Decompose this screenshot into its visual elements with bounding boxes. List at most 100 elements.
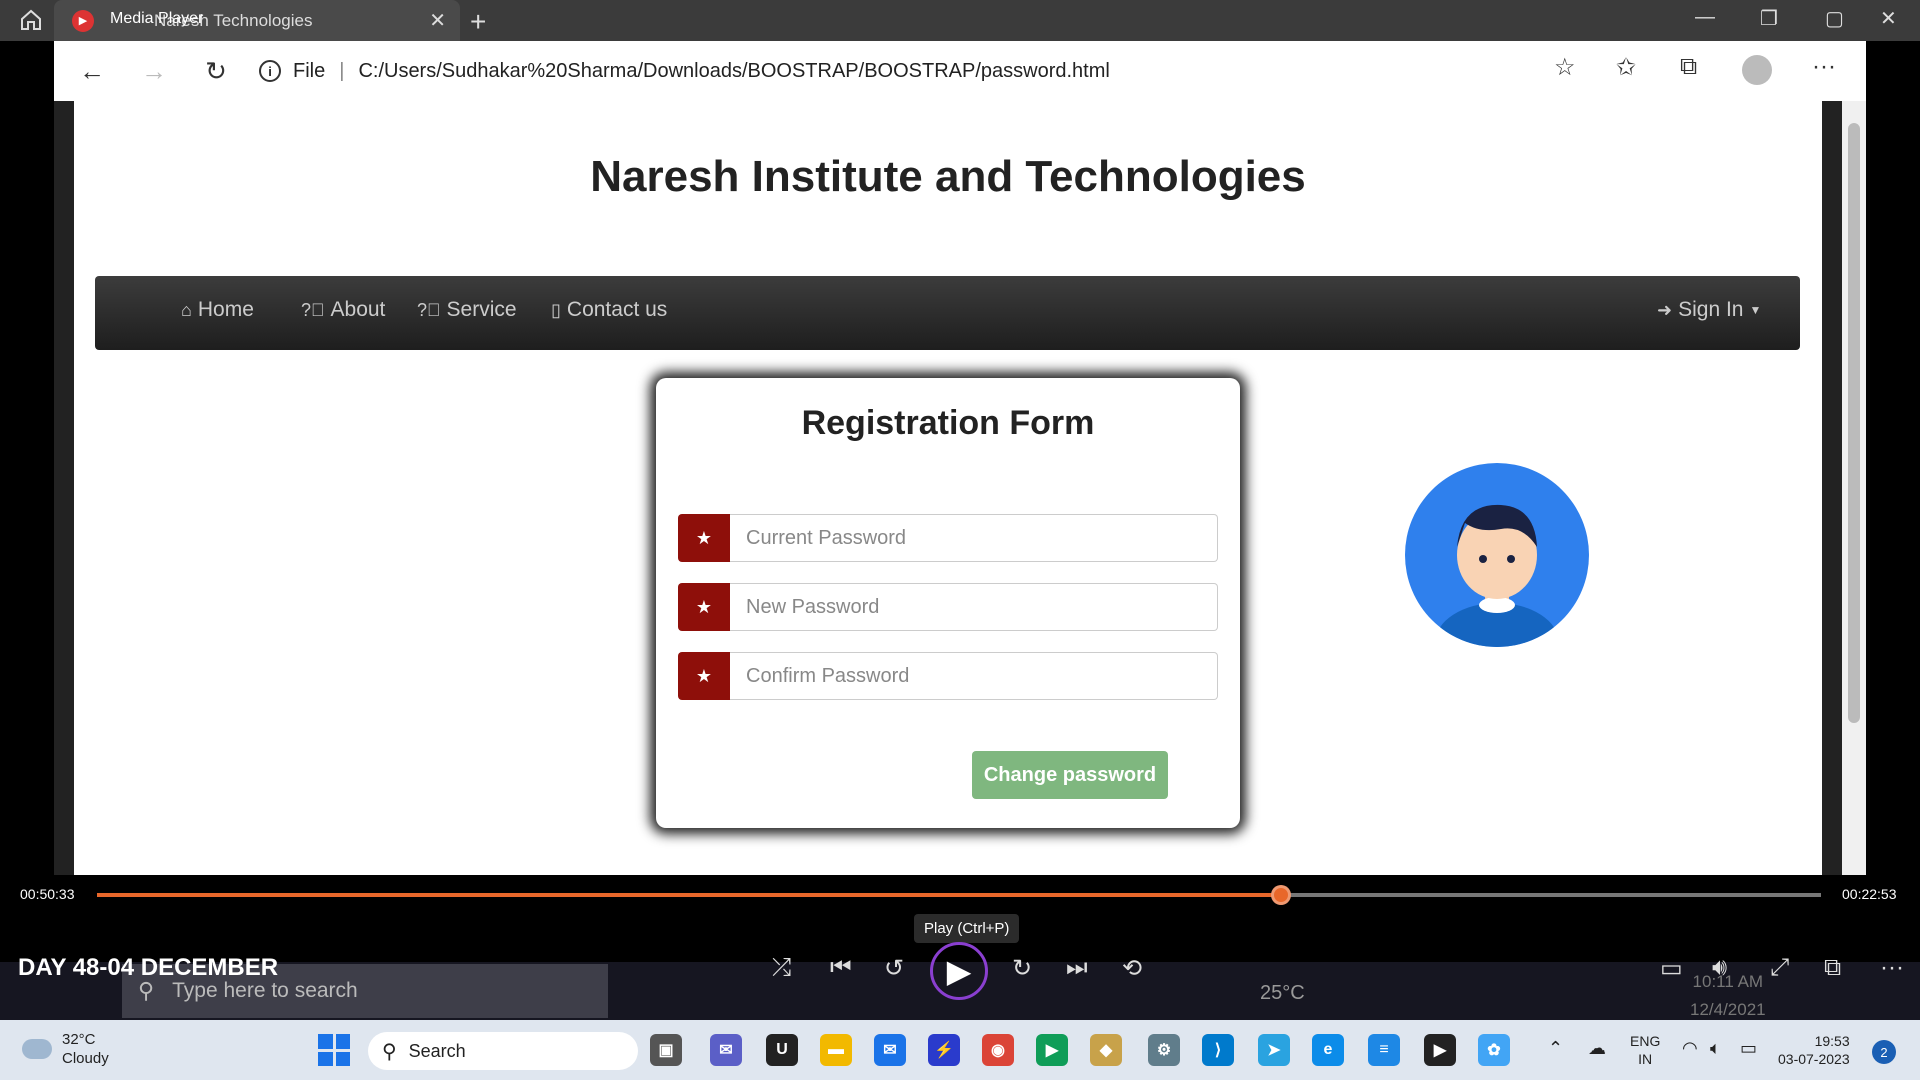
nav-service[interactable]: ?⃝ Service	[417, 298, 517, 322]
address-bar-row: ← → ↻ i File | C:/Users/Sudhakar%20Sharm…	[54, 41, 1866, 101]
speaker-icon[interactable]: 🔈︎	[1710, 1038, 1721, 1059]
back-icon[interactable]: ←	[72, 51, 112, 91]
sign-in-dropdown[interactable]: ➜ Sign In ▼	[1657, 298, 1761, 322]
vscode-icon[interactable]: ⟩	[1202, 1034, 1234, 1066]
chat-icon[interactable]: ✉	[710, 1034, 742, 1066]
notepad-icon[interactable]: ≡	[1368, 1034, 1400, 1066]
recorded-clock-time: 10:11 AM	[1692, 972, 1764, 991]
change-password-button[interactable]: Change password	[972, 751, 1168, 799]
onedrive-icon[interactable]: ☁	[1588, 1038, 1606, 1059]
star-icon: ★	[678, 583, 730, 631]
clock-time: 19:53	[1814, 1033, 1850, 1049]
url-separator: |	[339, 59, 345, 82]
file-explorer-icon[interactable]: ▬	[820, 1034, 852, 1066]
app-paint-icon[interactable]: ✿	[1478, 1034, 1510, 1066]
close-tab-icon[interactable]: ✕	[429, 8, 446, 33]
refresh-icon[interactable]: ↻	[196, 51, 236, 91]
battery-icon[interactable]: ▭	[1740, 1038, 1757, 1059]
browser-tab[interactable]: ▶ Naresh Technologies Media Player ✕	[54, 0, 460, 41]
sign-in-label: Sign In	[1678, 298, 1744, 321]
language-line2: IN	[1638, 1051, 1653, 1067]
taskbar-clock[interactable]: 19:53 03-07-2023	[1778, 1032, 1850, 1068]
show-hidden-icons-icon[interactable]: ⌃	[1548, 1038, 1563, 1059]
minimize-icon[interactable]: —	[1695, 6, 1715, 29]
page-left-gutter	[54, 101, 74, 875]
current-password-group: ★	[678, 514, 1218, 562]
close-window-icon[interactable]: ✕	[1880, 6, 1897, 31]
nav-about[interactable]: ?⃝ About	[301, 298, 385, 322]
cloud-icon	[22, 1039, 52, 1059]
sign-in-icon: ➜	[1657, 299, 1673, 320]
mini-view-icon[interactable]: ⧉	[1824, 954, 1841, 982]
start-button[interactable]	[318, 1034, 350, 1066]
nav-home-label: Home	[197, 298, 254, 321]
wifi-icon[interactable]: ◠	[1682, 1038, 1698, 1059]
repeat-icon[interactable]: ⟲	[1122, 954, 1142, 983]
rewind-10-icon[interactable]: ↺	[884, 954, 904, 983]
more-icon[interactable]: ···	[1812, 53, 1836, 81]
recorded-search-text: Type here to search	[172, 979, 358, 1002]
volume-icon[interactable]: 🔊︎	[1712, 954, 1727, 982]
captions-icon[interactable]: ▭	[1660, 954, 1683, 983]
media-player-app-icon[interactable]: ▶	[1424, 1034, 1456, 1066]
media-player-logo-icon: ▶	[72, 9, 94, 32]
star-icon: ★	[678, 514, 730, 562]
site-navbar: ⌂ Home ?⃝ About ?⃝ Service ▯ Contact us ➜ Sig…	[95, 276, 1800, 350]
telegram-icon[interactable]: ➤	[1258, 1034, 1290, 1066]
language-indicator[interactable]: ENG IN	[1630, 1032, 1660, 1068]
current-password-input[interactable]	[730, 514, 1218, 562]
scrollbar-thumb[interactable]	[1848, 123, 1860, 723]
app-diamond-icon[interactable]: ◆	[1090, 1034, 1122, 1066]
elapsed-time: 00:50:33	[20, 886, 75, 902]
taskbar-search[interactable]: ⚲ Search	[368, 1032, 638, 1070]
weather-widget[interactable]: 32°C Cloudy	[22, 1030, 109, 1068]
chrome-icon[interactable]: ◉	[982, 1034, 1014, 1066]
nav-contact-label: Contact us	[566, 298, 668, 321]
app-u-icon[interactable]: U	[766, 1034, 798, 1066]
question-icon: ?⃝	[417, 299, 441, 320]
next-icon[interactable]: ⏭	[1066, 954, 1088, 982]
phone-icon: ▯	[551, 299, 561, 320]
mail-icon[interactable]: ✉	[874, 1034, 906, 1066]
add-favorite-icon[interactable]: ☆	[1554, 53, 1576, 82]
play-icon: ▶	[946, 953, 972, 989]
forward-icon[interactable]: →	[134, 51, 174, 91]
site-title: Naresh Institute and Technologies	[590, 152, 1306, 201]
favorites-icon[interactable]: ✩	[1616, 53, 1636, 82]
shuffle-icon[interactable]: ⤮	[772, 954, 791, 982]
question-icon: ?⃝	[301, 299, 325, 320]
recorded-temperature: 25°C	[1260, 982, 1305, 1004]
clock-date: 03-07-2023	[1778, 1051, 1850, 1067]
restore-icon[interactable]: ❐	[1760, 6, 1778, 31]
profile-avatar-icon[interactable]	[1742, 55, 1772, 85]
forward-30-icon[interactable]: ↻	[1012, 954, 1032, 983]
notification-badge[interactable]: 2	[1872, 1040, 1896, 1064]
new-password-input[interactable]	[730, 583, 1218, 631]
page-right-gutter	[1822, 101, 1842, 875]
app-chart-icon[interactable]: ⚡	[928, 1034, 960, 1066]
remaining-time: 00:22:53	[1842, 886, 1897, 902]
collections-icon[interactable]: ⧉	[1680, 53, 1697, 81]
home-icon[interactable]	[18, 8, 44, 32]
confirm-password-input[interactable]	[730, 652, 1218, 700]
weather-desc: Cloudy	[62, 1050, 109, 1067]
language-line1: ENG	[1630, 1033, 1661, 1049]
previous-icon[interactable]: ⏮	[830, 954, 852, 982]
maximize-icon[interactable]: ▢	[1825, 6, 1844, 31]
new-password-group: ★	[678, 583, 1218, 631]
play-button[interactable]: ▶	[930, 942, 988, 1000]
task-view-icon[interactable]: ▣	[650, 1034, 682, 1066]
weather-temp: 32°C	[62, 1031, 96, 1048]
nav-home[interactable]: ⌂ Home	[181, 298, 254, 322]
star-icon: ★	[678, 652, 730, 700]
info-icon[interactable]: i	[259, 60, 281, 82]
more-options-icon[interactable]: ···	[1880, 954, 1904, 982]
url-field[interactable]: i File | C:/Users/Sudhakar%20Sharma/Down…	[259, 51, 1110, 91]
nav-contact[interactable]: ▯ Contact us	[551, 298, 667, 322]
settings-icon[interactable]: ⚙	[1148, 1034, 1180, 1066]
page-scrollbar[interactable]	[1842, 101, 1866, 961]
edge-icon[interactable]: e	[1312, 1034, 1344, 1066]
new-tab-icon[interactable]: +	[470, 6, 486, 38]
fullscreen-icon[interactable]: ⤢	[1770, 954, 1789, 982]
play-store-icon[interactable]: ▶	[1036, 1034, 1068, 1066]
